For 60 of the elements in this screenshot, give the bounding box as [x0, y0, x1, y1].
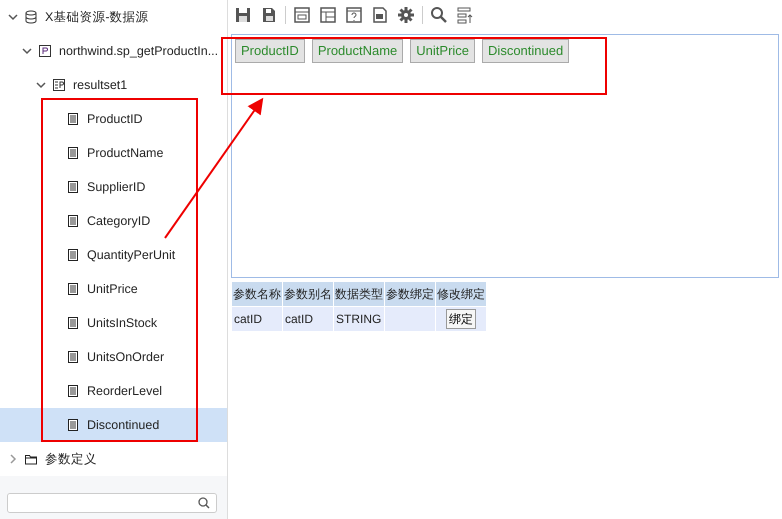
help-icon[interactable] — [344, 5, 364, 25]
field-icon — [66, 112, 80, 126]
resultset-icon — [52, 78, 66, 92]
tree-label: resultset1 — [73, 76, 128, 94]
column-header: 参数别名 — [283, 282, 333, 306]
field-icon — [66, 214, 80, 228]
table-cell: catID — [283, 307, 333, 331]
tree-label: UnitsInStock — [87, 314, 158, 332]
field-icon — [66, 418, 80, 432]
tree-item[interactable]: UnitPrice — [0, 272, 227, 306]
tree-label: UnitPrice — [87, 280, 138, 298]
bind-button[interactable]: 绑定 — [446, 309, 476, 329]
tree-item[interactable]: 参数定义 — [0, 442, 227, 476]
tree-label: CategoryID — [87, 212, 150, 230]
field-icon — [66, 248, 80, 262]
tree-label: 参数定义 — [45, 450, 97, 468]
tree-label: UnitsOnOrder — [87, 348, 164, 366]
tree-item[interactable]: ReorderLevel — [0, 374, 227, 408]
gear-icon[interactable] — [396, 5, 416, 25]
tree-item[interactable]: ProductName — [0, 136, 227, 170]
folder-icon — [24, 452, 38, 466]
tree-item[interactable]: SupplierID — [0, 170, 227, 204]
tree-item[interactable]: CategoryID — [0, 204, 227, 238]
table-cell: STRING — [334, 307, 384, 331]
column-header: 数据类型 — [334, 282, 384, 306]
field-icon — [66, 180, 80, 194]
tree-label: QuantityPerUnit — [87, 246, 176, 264]
window-icon[interactable] — [292, 5, 312, 25]
tree-label: northwind.sp_getProductIn... — [59, 42, 218, 60]
field-icon — [66, 316, 80, 330]
grid-icon[interactable] — [318, 5, 338, 25]
tree-label: ProductID — [87, 110, 143, 128]
table-cell: catID — [232, 307, 282, 331]
tree-item[interactable]: Discontinued — [0, 408, 227, 442]
column-header: 参数名称 — [232, 282, 282, 306]
tree-label: X基础资源-数据源 — [45, 8, 148, 26]
tree-item[interactable]: resultset1 — [0, 68, 227, 102]
database-icon — [24, 10, 38, 24]
field-icon — [66, 350, 80, 364]
sort-icon[interactable] — [455, 5, 475, 25]
tree-label: ReorderLevel — [87, 382, 162, 400]
tree-item[interactable]: northwind.sp_getProductIn... — [0, 34, 227, 68]
field-icon — [66, 146, 80, 160]
tree-label: SupplierID — [87, 178, 146, 196]
field-icon — [66, 282, 80, 296]
search-icon — [198, 497, 210, 509]
procedure-icon — [38, 44, 52, 58]
tree-label: Discontinued — [87, 416, 160, 434]
field-icon — [66, 384, 80, 398]
search-icon[interactable] — [429, 5, 449, 25]
search-field[interactable] — [7, 493, 217, 513]
tree-item[interactable]: ProductID — [0, 102, 227, 136]
tree-item[interactable]: UnitsInStock — [0, 306, 227, 340]
tree-item[interactable]: UnitsOnOrder — [0, 340, 227, 374]
tree-item[interactable]: X基础资源-数据源 — [0, 0, 227, 34]
tree-label: ProductName — [87, 144, 164, 162]
tree-item[interactable]: QuantityPerUnit — [0, 238, 227, 272]
column-header: 修改绑定 — [436, 282, 486, 306]
column-header: 参数绑定 — [385, 282, 435, 306]
save-icon[interactable] — [233, 5, 253, 25]
